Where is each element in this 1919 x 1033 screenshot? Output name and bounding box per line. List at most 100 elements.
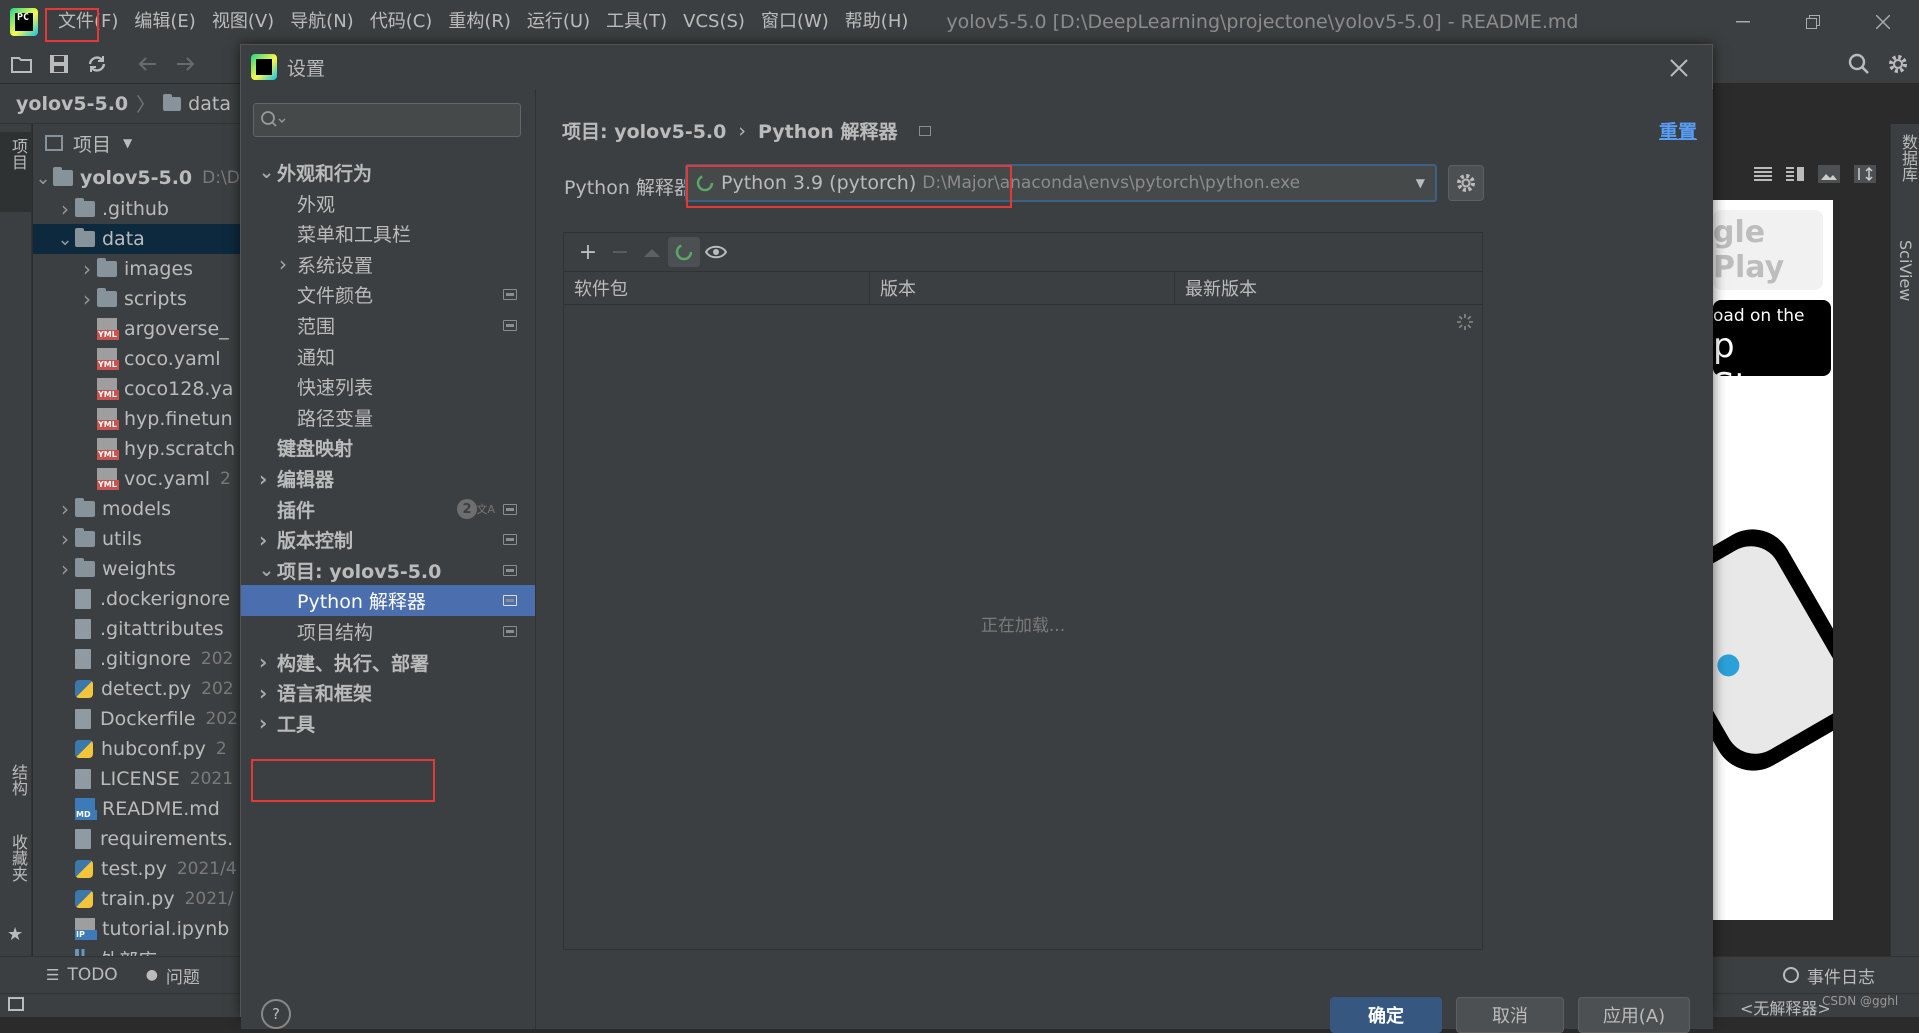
structure-tool-tab[interactable]: 结构 <box>6 764 30 796</box>
upgrade-package-button[interactable] <box>636 237 668 267</box>
scroll-sync-icon[interactable] <box>1854 165 1876 183</box>
tree-item[interactable]: .gitattributes <box>33 614 240 644</box>
menu-item-10[interactable]: 帮助(H) <box>837 7 917 37</box>
tree-item[interactable]: › scripts <box>33 284 240 314</box>
reload-button[interactable] <box>668 237 700 267</box>
tree-item[interactable]: .dockerignore <box>33 584 240 614</box>
minimize-button[interactable] <box>1713 8 1773 36</box>
settings-nav-item[interactable]: 键盘映射 <box>241 432 535 463</box>
menu-item-7[interactable]: 工具(T) <box>598 7 675 37</box>
add-package-button[interactable]: + <box>572 237 604 267</box>
dialog-close-button[interactable] <box>1664 53 1694 83</box>
chevron-right-icon[interactable]: › <box>259 681 267 705</box>
project-tool-tab[interactable]: 项目 <box>6 138 30 170</box>
menu-item-3[interactable]: 导航(N) <box>282 7 362 37</box>
tree-item[interactable]: › models <box>33 494 240 524</box>
settings-nav-item[interactable]: 范围 <box>241 310 535 341</box>
tree-item[interactable]: ⌄ yolov5-5.0 D:\D <box>33 162 240 194</box>
settings-nav-item[interactable]: 快速列表 <box>241 371 535 402</box>
panel-toggle-icon[interactable] <box>8 997 24 1011</box>
chevron-right-icon[interactable]: › <box>55 527 75 551</box>
editor-only-icon[interactable] <box>1754 167 1772 181</box>
settings-nav-item[interactable]: › 编辑器 <box>241 463 535 494</box>
column-latest-version[interactable]: 最新版本 <box>1175 272 1482 304</box>
show-early-releases-button[interactable] <box>700 237 732 267</box>
event-log-tab[interactable]: 事件日志 <box>1783 963 1875 988</box>
breadcrumb-folder[interactable]: data <box>188 93 231 115</box>
chevron-right-icon[interactable]: › <box>55 197 75 221</box>
tree-item[interactable]: .gitignore 202 <box>33 644 240 674</box>
project-panel-header[interactable]: 项目 ▼ <box>33 124 240 162</box>
settings-nav-item[interactable]: 文件颜色 <box>241 279 535 310</box>
tree-item[interactable]: YML coco.yaml <box>33 344 240 374</box>
reset-link[interactable]: 重置 <box>1659 117 1697 144</box>
help-button[interactable]: ? <box>261 999 291 1029</box>
tree-item[interactable]: Dockerfile 202 <box>33 704 240 734</box>
open-folder-icon[interactable] <box>10 53 34 75</box>
column-package[interactable]: 软件包 <box>564 272 870 304</box>
tree-item[interactable]: › utils <box>33 524 240 554</box>
settings-nav-item[interactable]: 路径变量 <box>241 402 535 433</box>
tree-item[interactable]: test.py 2021/4 <box>33 854 240 884</box>
settings-nav-item[interactable]: ⌄ 外观和行为 <box>241 157 535 188</box>
chevron-down-icon[interactable]: ⌄ <box>55 229 75 250</box>
column-version[interactable]: 版本 <box>870 272 1175 304</box>
menu-item-5[interactable]: 重构(R) <box>440 7 519 37</box>
settings-nav-item[interactable]: 菜单和工具栏 <box>241 218 535 249</box>
settings-nav-item[interactable]: 外观 <box>241 188 535 219</box>
sync-icon[interactable] <box>86 53 110 75</box>
settings-nav-item[interactable]: › 版本控制 <box>241 524 535 555</box>
cancel-button[interactable]: 取消 <box>1456 997 1564 1033</box>
settings-nav-item[interactable]: 项目结构 <box>241 616 535 647</box>
tree-item[interactable]: 外部库 <box>33 944 240 956</box>
tree-item[interactable]: LICENSE 2021 <box>33 764 240 794</box>
sciview-tool-tab[interactable]: SciView <box>1896 240 1915 301</box>
remove-package-button[interactable]: − <box>604 237 636 267</box>
settings-nav-item[interactable]: › 构建、执行、部署 <box>241 647 535 678</box>
ok-button[interactable]: 确定 <box>1330 997 1442 1033</box>
close-window-button[interactable] <box>1853 8 1913 36</box>
tree-item[interactable]: hubconf.py 2 <box>33 734 240 764</box>
chevron-right-icon[interactable]: › <box>77 287 97 311</box>
preview-only-icon[interactable] <box>1818 165 1840 183</box>
tree-item[interactable]: YML hyp.finetun <box>33 404 240 434</box>
forward-arrow-icon[interactable] <box>175 53 199 75</box>
chevron-down-icon[interactable]: ⌄ <box>259 560 274 581</box>
restore-button[interactable] <box>1783 8 1843 36</box>
chevron-down-icon[interactable]: ⌄ <box>33 168 53 189</box>
todo-tab[interactable]: TODO <box>67 965 117 985</box>
tree-item[interactable]: › images <box>33 254 240 284</box>
tree-item[interactable]: › .github <box>33 194 240 224</box>
chevron-right-icon[interactable]: › <box>77 257 97 281</box>
tree-item[interactable]: detect.py 202 <box>33 674 240 704</box>
chevron-right-icon[interactable]: › <box>259 528 267 552</box>
menu-item-9[interactable]: 窗口(W) <box>753 7 837 37</box>
menu-item-8[interactable]: VCS(S) <box>675 7 753 37</box>
tree-item[interactable]: YML coco128.ya <box>33 374 240 404</box>
settings-nav-item[interactable]: Python 解释器 <box>241 585 535 617</box>
settings-gear-icon[interactable] <box>1887 53 1911 75</box>
favorites-tool-tab[interactable]: 收藏夹 <box>6 834 30 882</box>
database-tool-tab[interactable]: 数据库 <box>1896 134 1919 182</box>
chevron-right-icon[interactable]: › <box>55 557 75 581</box>
chevron-right-icon[interactable]: › <box>55 497 75 521</box>
settings-nav-item[interactable]: › 工具 <box>241 708 535 739</box>
chevron-down-icon[interactable]: ⌄ <box>259 162 274 183</box>
search-icon[interactable] <box>1848 53 1872 75</box>
problems-tab[interactable]: 问题 <box>166 963 200 988</box>
save-icon[interactable] <box>48 53 72 75</box>
tree-item[interactable]: MD README.md <box>33 794 240 824</box>
interpreter-status[interactable]: <无解释器> <box>1740 995 1831 1019</box>
tree-item[interactable]: requirements. <box>33 824 240 854</box>
interpreter-settings-button[interactable] <box>1448 165 1484 201</box>
breadcrumb-project[interactable]: yolov5-5.0 <box>16 93 128 115</box>
settings-search-field[interactable] <box>288 108 508 132</box>
menu-item-4[interactable]: 代码(C) <box>362 7 441 37</box>
settings-nav-item[interactable]: › 系统设置 <box>241 249 535 280</box>
menu-item-1[interactable]: 编辑(E) <box>126 7 203 37</box>
chevron-right-icon[interactable]: › <box>259 467 267 491</box>
chevron-right-icon[interactable]: › <box>259 711 267 735</box>
menu-item-6[interactable]: 运行(U) <box>519 7 598 37</box>
tree-item[interactable]: › weights <box>33 554 240 584</box>
tree-item[interactable]: YML hyp.scratch <box>33 434 240 464</box>
